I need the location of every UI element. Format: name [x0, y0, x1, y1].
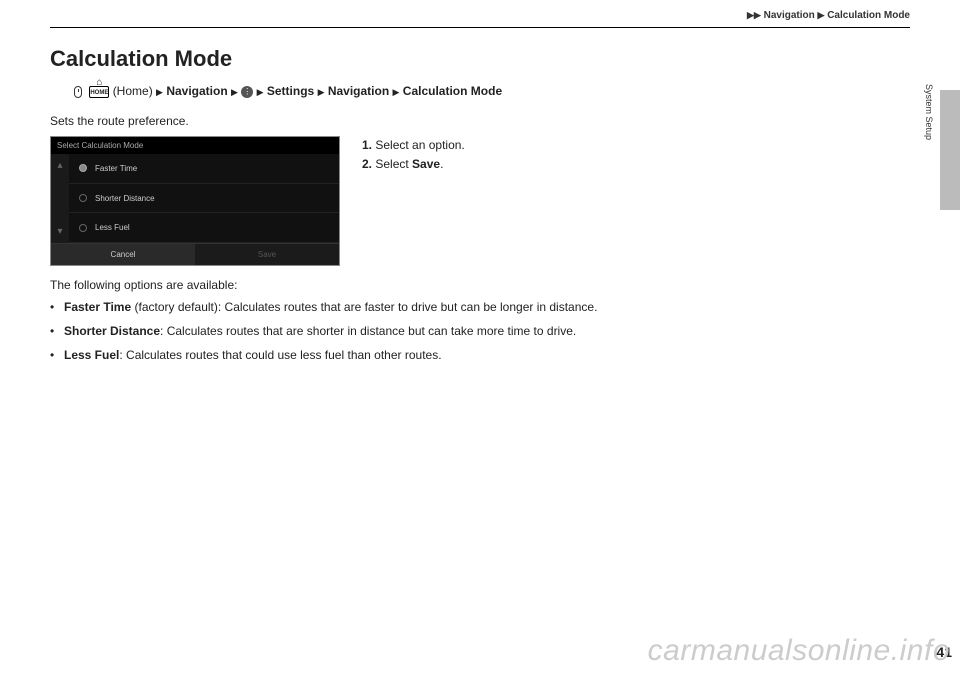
list-item: Less Fuel: Calculates routes that could …: [50, 346, 610, 364]
menu-dots-icon: ⋮: [241, 86, 253, 98]
chevron-right-icon: ▶: [156, 87, 163, 97]
option-desc: (factory default): Calculates routes tha…: [131, 300, 597, 314]
radio-label: Shorter Distance: [95, 194, 155, 203]
nav-step: Settings: [267, 84, 314, 98]
chevron-right-icon: ▶: [257, 87, 264, 97]
select-icon: [74, 86, 82, 98]
chevron-right-icon: ▶: [393, 87, 400, 97]
option-desc: : Calculates routes that are shorter in …: [160, 324, 576, 338]
chevron-right-icon: ▶: [754, 10, 761, 20]
step-text: Select: [375, 157, 412, 171]
section-tab-label: System Setup: [924, 84, 934, 140]
step-item: 2. Select Save.: [362, 155, 465, 174]
nav-step: Calculation Mode: [403, 84, 502, 98]
radio-option[interactable]: Faster Time: [69, 154, 339, 184]
step-item: 1. Select an option.: [362, 136, 465, 155]
option-desc: : Calculates routes that could use less …: [119, 348, 441, 362]
option-name: Faster Time: [64, 300, 131, 314]
home-icon: HOME: [89, 86, 109, 98]
scrollbar: ▴ ▾: [51, 154, 69, 243]
chevron-right-icon: ▶: [818, 10, 825, 20]
radio-icon: [79, 194, 87, 202]
save-button[interactable]: Save: [195, 243, 339, 265]
breadcrumb: ▶▶ Navigation ▶ Calculation Mode: [50, 0, 910, 27]
section-tab: [940, 90, 960, 210]
chevron-right-icon: ▶: [231, 87, 238, 97]
radio-icon: [79, 224, 87, 232]
breadcrumb-item: Calculation Mode: [827, 10, 910, 21]
radio-option[interactable]: Less Fuel: [69, 213, 339, 243]
radio-label: Less Fuel: [95, 223, 130, 232]
options-intro: The following options are available:: [50, 278, 910, 292]
device-screenshot: Select Calculation Mode ▴ ▾ Faster Time …: [50, 136, 340, 266]
step-text: .: [440, 157, 443, 171]
breadcrumb-item: Navigation: [764, 10, 815, 21]
step-number: 2.: [362, 157, 372, 171]
divider: [50, 27, 910, 28]
radio-label: Faster Time: [95, 164, 137, 173]
step-list: 1. Select an option. 2. Select Save.: [362, 136, 465, 266]
step-text: Select an option.: [375, 138, 464, 152]
nav-step: Navigation: [166, 84, 227, 98]
chevron-right-icon: ▶: [747, 10, 754, 20]
radio-icon: [79, 164, 87, 172]
chevron-down-icon: ▾: [57, 226, 62, 237]
nav-step: Navigation: [328, 84, 389, 98]
chevron-right-icon: ▶: [318, 87, 325, 97]
intro-text: Sets the route preference.: [50, 114, 910, 128]
shot-title: Select Calculation Mode: [51, 137, 339, 154]
nav-home-label: (Home): [113, 84, 153, 98]
options-list: Faster Time (factory default): Calculate…: [50, 298, 610, 364]
option-name: Shorter Distance: [64, 324, 160, 338]
radio-option[interactable]: Shorter Distance: [69, 184, 339, 214]
page-title: Calculation Mode: [50, 46, 910, 72]
list-item: Faster Time (factory default): Calculate…: [50, 298, 610, 316]
cancel-button[interactable]: Cancel: [51, 243, 195, 265]
chevron-up-icon: ▴: [57, 160, 62, 171]
step-text-bold: Save: [412, 157, 440, 171]
option-name: Less Fuel: [64, 348, 119, 362]
step-number: 1.: [362, 138, 372, 152]
nav-path: HOME (Home) ▶ Navigation ▶ ⋮ ▶ Settings …: [74, 82, 614, 100]
list-item: Shorter Distance: Calculates routes that…: [50, 322, 610, 340]
page-number: 41: [936, 644, 952, 660]
